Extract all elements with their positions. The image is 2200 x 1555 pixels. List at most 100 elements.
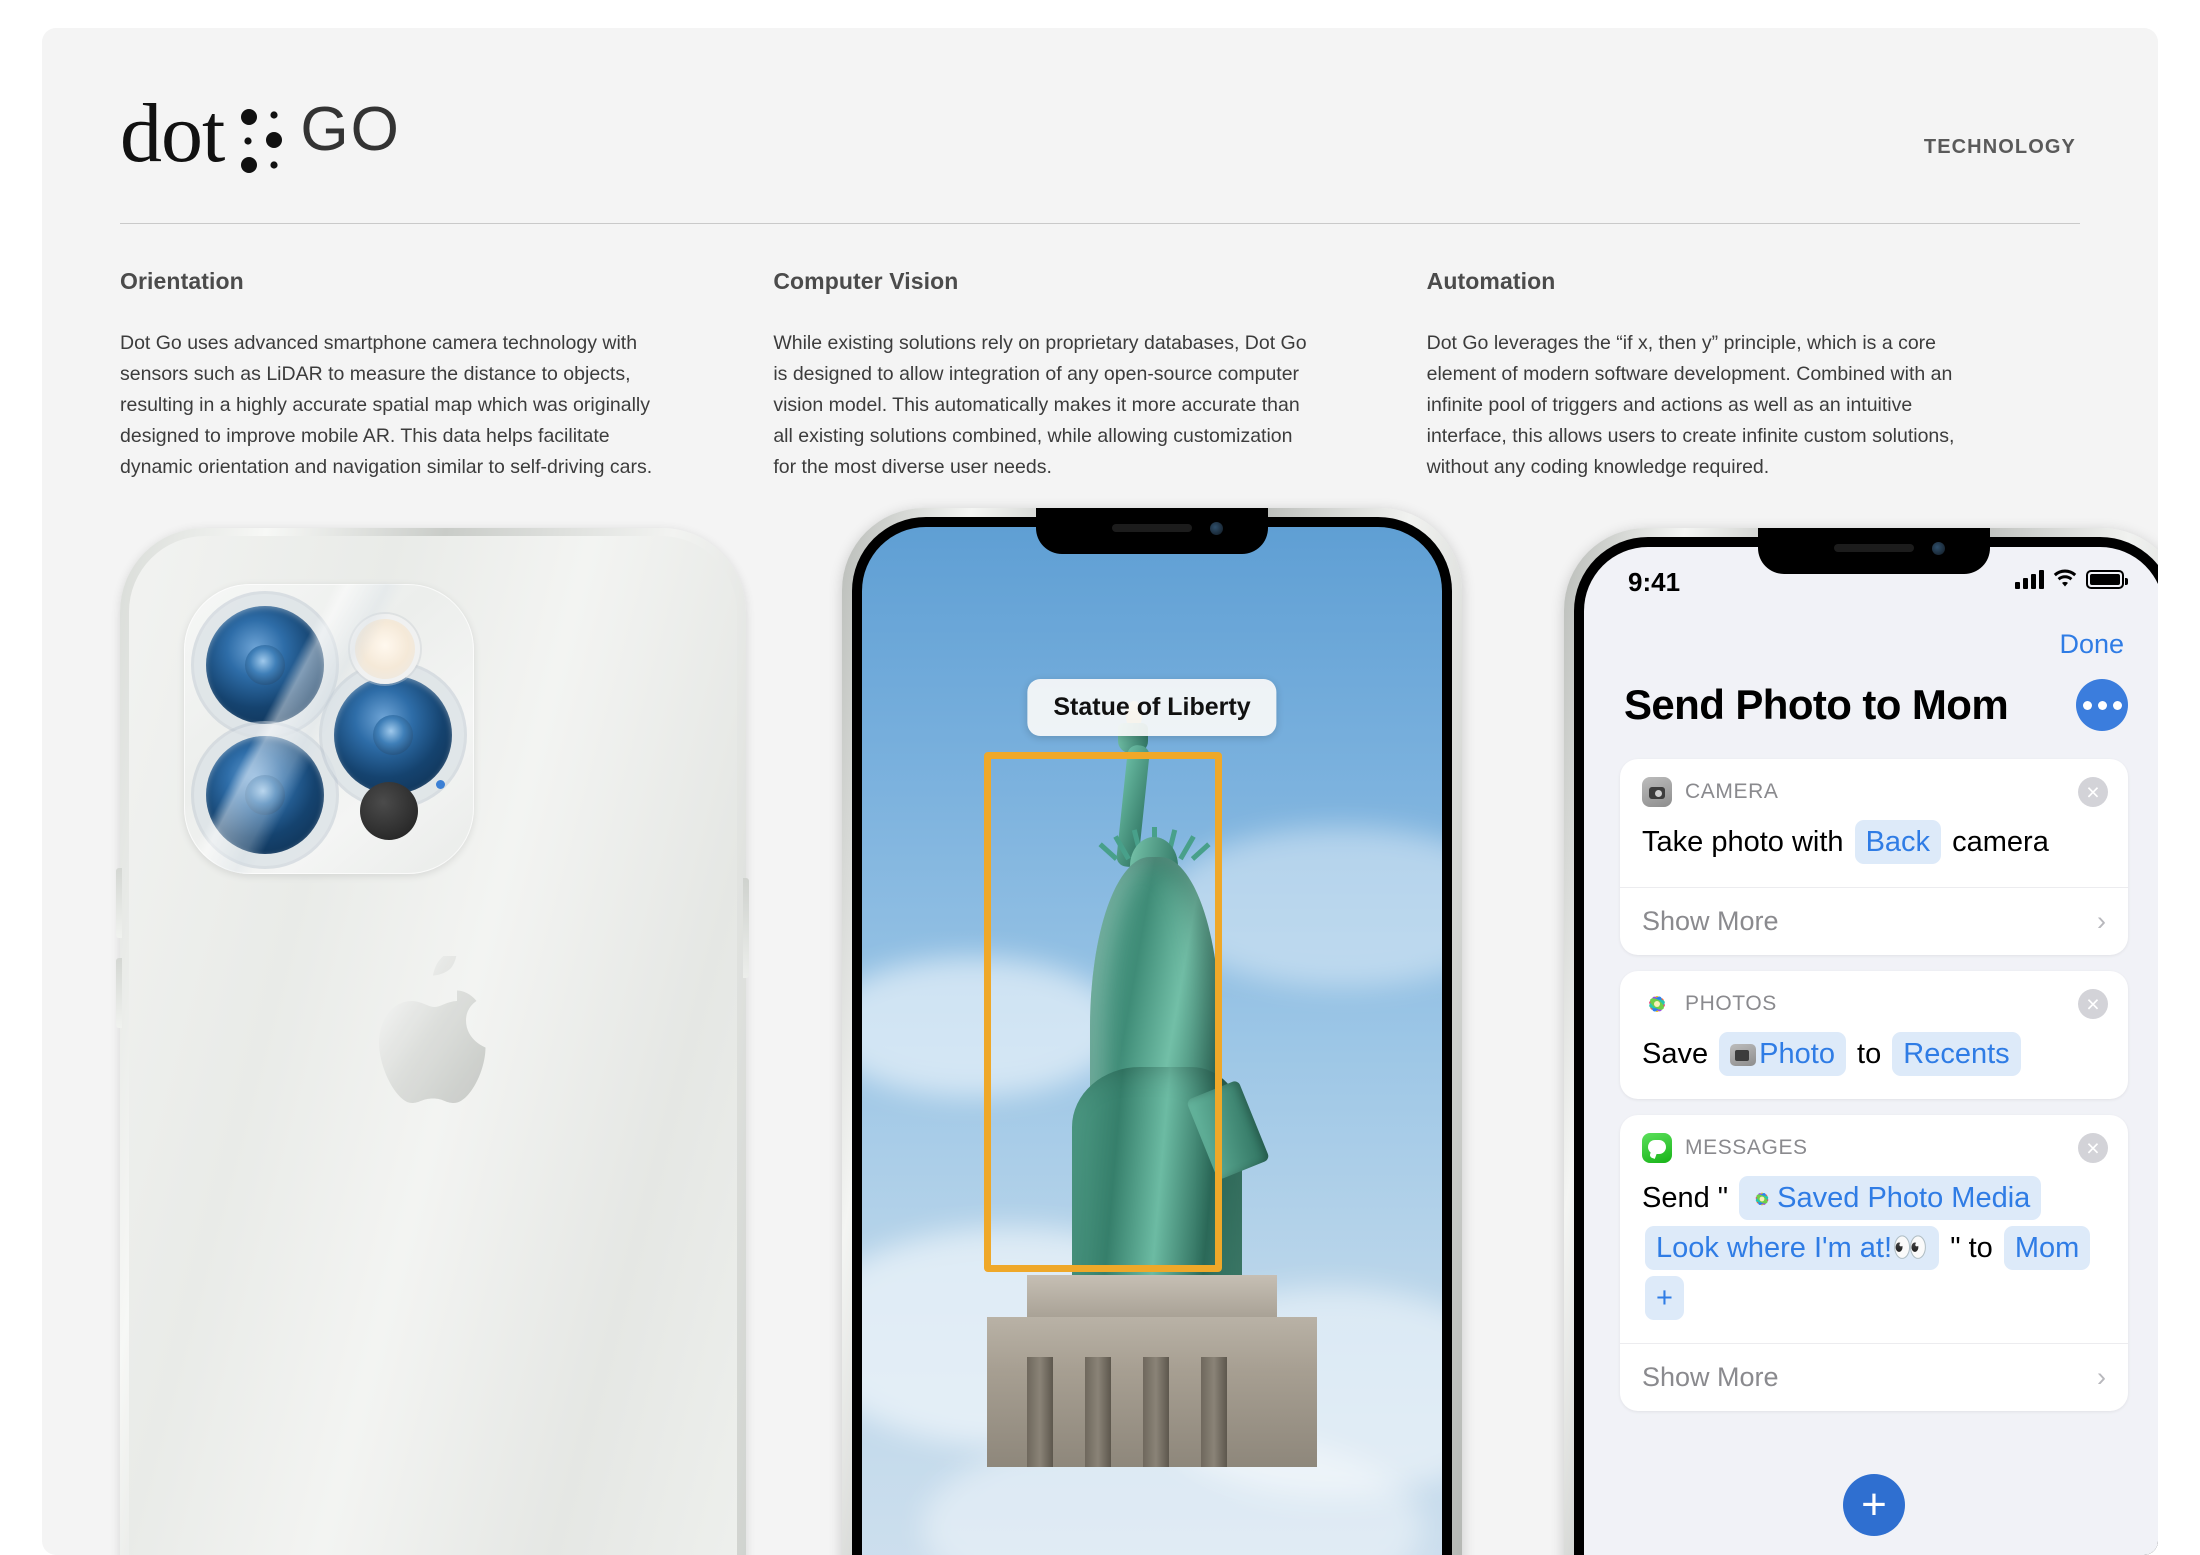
card-app-label: CAMERA (1685, 780, 1779, 803)
card-header: CAMERA (1620, 759, 2128, 811)
card-app-label: MESSAGES (1685, 1136, 1808, 1159)
parameter-token-message-text[interactable]: Look where I'm at!👀 (1645, 1226, 1940, 1270)
detection-bounding-box (984, 752, 1222, 1272)
parameter-token-recents[interactable]: Recents (1892, 1032, 2021, 1076)
column-computer-vision: Computer Vision While existing solutions… (773, 268, 1426, 478)
phone-back-panel (129, 536, 737, 1555)
shortcut-title-row: Send Photo to Mom (1624, 679, 2128, 731)
status-indicators (2015, 569, 2128, 589)
close-icon: × (2086, 990, 2100, 1017)
photos-icon (1755, 1192, 1769, 1206)
card-action-text: Send " Saved Photo Media Look where I'm a… (1620, 1167, 2128, 1343)
remove-action-button[interactable]: × (2078, 989, 2108, 1019)
page-header: dot GO TECHNOLOGY (80, 70, 2120, 190)
chevron-right-icon: › (2097, 1362, 2106, 1392)
header-divider (120, 223, 2080, 224)
camera-screen[interactable]: Statue of Liberty (862, 527, 1442, 1555)
column-heading: Computer Vision (773, 268, 959, 294)
show-more-label: Show More (1642, 1362, 1779, 1392)
status-time: 9:41 (1628, 567, 1681, 597)
wifi-icon (2053, 569, 2077, 589)
card-header: MESSAGES (1620, 1115, 2128, 1167)
action-text-segment: to (1857, 1038, 1882, 1070)
action-card-messages[interactable]: MESSAGES × Send " Saved Photo Media Look … (1620, 1115, 2128, 1411)
parameter-token-saved-photo-media[interactable]: Saved Photo Media (1739, 1176, 2042, 1220)
show-more-row[interactable]: Show More › (1620, 1343, 2128, 1411)
token-label: Saved Photo Media (1777, 1182, 2031, 1214)
column-heading: Automation (1426, 268, 1556, 294)
iphone-back-image (116, 528, 749, 1555)
parameter-token-back[interactable]: Back (1854, 820, 1942, 864)
status-bar: 9:41 (1584, 565, 2158, 599)
action-text-segment: camera (1952, 826, 2049, 858)
show-more-label: Show More (1642, 906, 1779, 936)
action-card-photos[interactable]: PHOTOS × Save Photo to Recents (1620, 971, 2128, 1099)
add-action-button[interactable]: + (1843, 1474, 1905, 1536)
chevron-right-icon: › (2097, 906, 2106, 936)
camera-icon (1730, 1044, 1757, 1066)
action-cards-list: CAMERA × Take photo with Back camera Sho… (1620, 759, 2128, 1425)
column-heading: Orientation (120, 268, 244, 294)
column-body: Dot Go leverages the “if x, then y” prin… (1426, 332, 1955, 478)
card-app-label: PHOTOS (1685, 992, 1777, 1015)
recognition-label: Statue of Liberty (1027, 679, 1277, 736)
iphone-shortcut-view: 9:41 Done Send Photo to Mom CAMERA × Tak… (1564, 528, 2158, 1555)
device-showcase: Statue of Liberty 9:41 Done Send Photo t… (42, 508, 2158, 1555)
camera-lenses (184, 584, 474, 874)
action-text-segment: Save (1642, 1038, 1709, 1070)
dot-go-logo: dot GO (120, 92, 401, 176)
column-automation: Automation Dot Go leverages the “if x, t… (1426, 268, 2080, 478)
ultrawide-lens-icon (206, 736, 324, 854)
camera-app-icon (1642, 777, 1672, 807)
earpiece-speaker (1834, 544, 1914, 552)
front-camera-icon (1932, 542, 1945, 555)
page-card: dot GO TECHNOLOGY Orientation Dot Go use… (42, 28, 2158, 1555)
volume-down-button[interactable] (116, 958, 122, 1028)
cellular-signal-icon (2015, 569, 2044, 589)
pedestal-cap (1027, 1275, 1277, 1317)
parameter-token-photo[interactable]: Photo (1719, 1032, 1846, 1076)
card-action-text: Take photo with Back camera (1620, 811, 2128, 887)
messages-app-icon (1642, 1133, 1672, 1163)
column-body: While existing solutions rely on proprie… (773, 332, 1307, 478)
shortcut-screen: 9:41 Done Send Photo to Mom CAMERA × Tak… (1584, 547, 2158, 1555)
card-action-text: Save Photo to Recents (1620, 1023, 2128, 1099)
action-text-segment: " to (1950, 1232, 1993, 1264)
apple-logo-icon (379, 956, 486, 1103)
flash-icon (350, 614, 420, 684)
photos-app-icon (1642, 989, 1672, 1019)
microphone-dot-icon (436, 780, 445, 789)
action-text-segment: Send " (1642, 1182, 1729, 1214)
section-kicker: TECHNOLOGY (1923, 136, 2076, 158)
remove-action-button[interactable]: × (2078, 1133, 2108, 1163)
logo-word-go: GO (300, 95, 401, 164)
token-label: Photo (1759, 1038, 1835, 1070)
remove-action-button[interactable]: × (2078, 777, 2108, 807)
braille-dots-icon (241, 109, 283, 173)
wide-lens-icon (206, 606, 324, 724)
column-body: Dot Go uses advanced smartphone camera t… (120, 332, 653, 478)
column-orientation: Orientation Dot Go uses advanced smartph… (120, 268, 773, 478)
card-header: PHOTOS (1620, 971, 2128, 1023)
feature-columns: Orientation Dot Go uses advanced smartph… (120, 268, 2080, 478)
battery-icon (2086, 569, 2128, 589)
earpiece-speaker (1112, 524, 1192, 532)
action-text-segment: Take photo with (1642, 826, 1844, 858)
close-icon: × (2086, 1134, 2100, 1161)
logo-word-dot: dot (120, 87, 225, 180)
more-options-button[interactable] (2076, 679, 2128, 731)
volume-up-button[interactable] (116, 868, 122, 938)
add-recipient-button[interactable]: + (1645, 1276, 1684, 1320)
shortcut-title: Send Photo to Mom (1624, 681, 2009, 728)
parameter-token-mom[interactable]: Mom (2003, 1226, 2091, 1270)
pedestal (987, 1317, 1317, 1467)
power-button[interactable] (743, 878, 749, 978)
close-icon: × (2086, 778, 2100, 805)
iphone-camera-view: Statue of Liberty (842, 508, 1462, 1555)
action-card-camera[interactable]: CAMERA × Take photo with Back camera Sho… (1620, 759, 2128, 955)
lidar-sensor-icon (360, 782, 418, 840)
done-button[interactable]: Done (2059, 629, 2124, 660)
front-camera-icon (1210, 522, 1223, 535)
telephoto-lens-icon (334, 676, 452, 794)
show-more-row[interactable]: Show More › (1620, 887, 2128, 955)
